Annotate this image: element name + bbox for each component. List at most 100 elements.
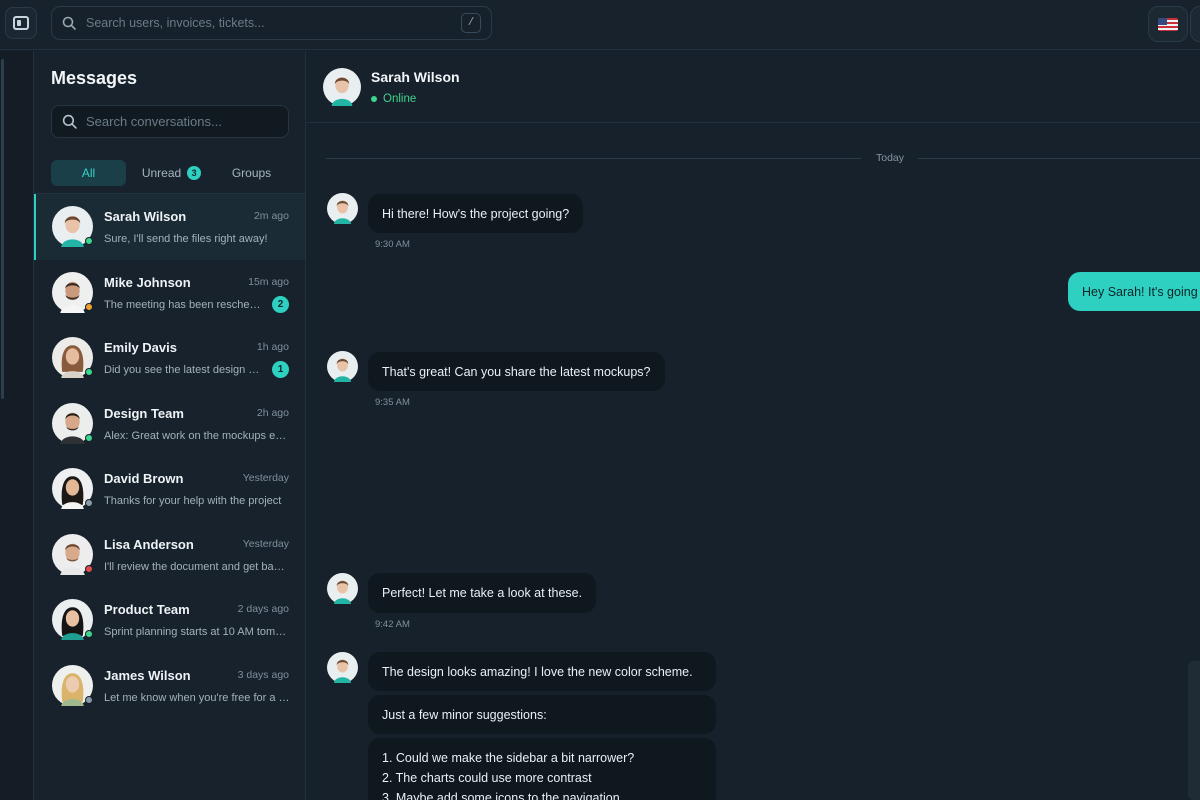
conversation-preview: Alex: Great work on the mockups everyone… <box>104 429 290 442</box>
unread-badge: 1 <box>272 361 289 378</box>
tab-groups-label: Groups <box>231 166 272 180</box>
us-flag-icon <box>1158 17 1178 31</box>
conversation-item[interactable]: Design Team 2h ago Alex: Great work on t… <box>34 391 305 457</box>
conversation-item[interactable]: Product Team 2 days ago Sprint planning … <box>34 587 305 653</box>
divider-line <box>918 158 1200 159</box>
sidebar-toggle-button[interactable] <box>5 7 37 39</box>
conversation-item[interactable]: James Wilson 3 days ago Let me know when… <box>34 653 305 719</box>
status-online-dot <box>85 433 93 442</box>
chat-contact-name: Sarah Wilson <box>371 69 460 85</box>
avatar <box>52 271 93 313</box>
nav-rail-scrollbar[interactable] <box>1 59 4 399</box>
nav-rail <box>0 51 34 800</box>
message-time: 9:42 AM <box>375 619 410 630</box>
avatar <box>52 402 93 444</box>
conversation-time: Yesterday <box>242 472 289 484</box>
conversation-name: James Wilson <box>104 667 191 683</box>
status-offline-dot <box>85 499 93 507</box>
messages-panel: Messages Search conversations... All Unr… <box>34 51 306 800</box>
conversation-time: 2 days ago <box>237 603 289 615</box>
user-avatar-icon <box>327 193 358 224</box>
conversation-preview: Thanks for your help with the project <box>104 495 282 507</box>
status-away-dot <box>85 302 93 311</box>
conversation-name: Emily Davis <box>104 340 177 355</box>
conversation-item[interactable]: David Brown Yesterday Thanks for your he… <box>34 456 305 522</box>
conversation-preview: I'll review the document and get back to… <box>104 560 290 573</box>
conversation-name: Product Team <box>104 602 190 617</box>
sidebar-toggle-icon <box>13 16 29 30</box>
tab-unread-label: Unread <box>141 166 182 180</box>
message-line: 3. Maybe add some icons to the navigatio… <box>382 791 620 800</box>
date-divider-label: Today <box>876 152 905 164</box>
status-label: Online <box>383 93 417 105</box>
message-time: 9:35 AM <box>375 397 410 408</box>
avatar <box>52 599 93 640</box>
conversation-item[interactable]: Mike Johnson 15m ago The meeting has bee… <box>34 260 305 326</box>
avatar <box>52 206 93 247</box>
filter-tabs: All Unread 3 Groups <box>34 158 305 194</box>
conversation-name: Lisa Anderson <box>104 536 194 552</box>
conversation-preview: Sprint planning starts at 10 AM tomorrow <box>104 626 290 638</box>
conversation-item[interactable]: Emily Davis 1h ago Did you see the lates… <box>34 325 305 391</box>
avatar <box>52 468 93 509</box>
status-busy-dot <box>85 564 93 573</box>
status-online-dot <box>85 630 93 638</box>
message-line: 1. Could we make the sidebar a bit narro… <box>382 751 635 765</box>
avatar <box>52 664 93 706</box>
message-bubble: 1. Could we make the sidebar a bit narro… <box>368 738 716 800</box>
avatar <box>327 652 358 683</box>
conversation-name: Sarah Wilson <box>104 209 187 224</box>
conversation-preview: Sure, I'll send the files right away! <box>104 233 268 245</box>
conversation-name: Design Team <box>104 405 184 421</box>
conversation-name: David Brown <box>104 471 184 486</box>
global-search-input[interactable]: Search users, invoices, tickets... / <box>51 6 492 40</box>
avatar <box>52 533 93 575</box>
message-line: 2. The charts could use more contrast <box>382 771 592 785</box>
conversation-search-placeholder: Search conversations... <box>86 114 222 129</box>
user-avatar-icon <box>327 652 358 683</box>
avatar <box>327 573 358 604</box>
conversation-time: 3 days ago <box>237 668 289 681</box>
conversation-preview: Let me know when you're free for a call <box>104 691 290 704</box>
message-bubble: Hi there! How's the project going? <box>368 194 584 233</box>
conversation-time: 2m ago <box>253 210 289 222</box>
conversation-item[interactable]: Lisa Anderson Yesterday I'll review the … <box>34 522 305 588</box>
message-time: 9:30 AM <box>375 239 410 250</box>
status-online-dot <box>371 96 377 102</box>
language-selector-button[interactable] <box>1148 6 1188 42</box>
avatar <box>327 351 358 382</box>
conversation-time: 1h ago <box>256 341 289 353</box>
tab-unread[interactable]: Unread 3 <box>134 160 209 186</box>
conversation-time: Yesterday <box>242 537 289 550</box>
tab-groups[interactable]: Groups <box>214 160 289 186</box>
search-shortcut-key: / <box>461 13 481 33</box>
tab-all[interactable]: All <box>51 160 126 186</box>
avatar[interactable] <box>323 68 361 106</box>
panel-title: Messages <box>51 68 138 88</box>
message-text: That's great! Can you share the latest m… <box>382 364 651 379</box>
conversation-time: 15m ago <box>248 275 289 288</box>
unread-badge: 2 <box>272 295 289 313</box>
conversation-item[interactable]: Sarah Wilson 2m ago Sure, I'll send the … <box>34 194 305 260</box>
message-bubble: Just a few minor suggestions: <box>368 695 716 734</box>
conversation-preview: Did you see the latest design updates? <box>104 364 264 376</box>
message-bubble: The design looks amazing! I love the new… <box>368 652 716 691</box>
message-text: Just a few minor suggestions: <box>382 707 547 722</box>
conversation-time: 2h ago <box>256 406 289 419</box>
top-bar: Search users, invoices, tickets... / <box>0 0 1200 50</box>
search-icon <box>62 114 77 129</box>
conversation-name: Mike Johnson <box>104 274 191 290</box>
divider-line <box>326 158 861 159</box>
conversation-search-input[interactable]: Search conversations... <box>51 105 289 138</box>
message-text: Hey Sarah! It's going great <box>1082 284 1200 299</box>
user-avatar-icon <box>327 351 358 382</box>
chat-contact-status: Online <box>371 93 416 105</box>
topbar-edge-button[interactable] <box>1190 6 1200 42</box>
chat-header: Sarah Wilson Online <box>306 51 1200 123</box>
status-offline-dot <box>85 695 93 704</box>
status-online-dot <box>85 237 93 245</box>
conversation-preview: The meeting has been rescheduled to tomo… <box>104 298 264 311</box>
message-text: Hi there! How's the project going? <box>382 206 570 221</box>
chat-scrollbar[interactable] <box>1188 661 1200 800</box>
tab-all-label: All <box>81 166 96 180</box>
